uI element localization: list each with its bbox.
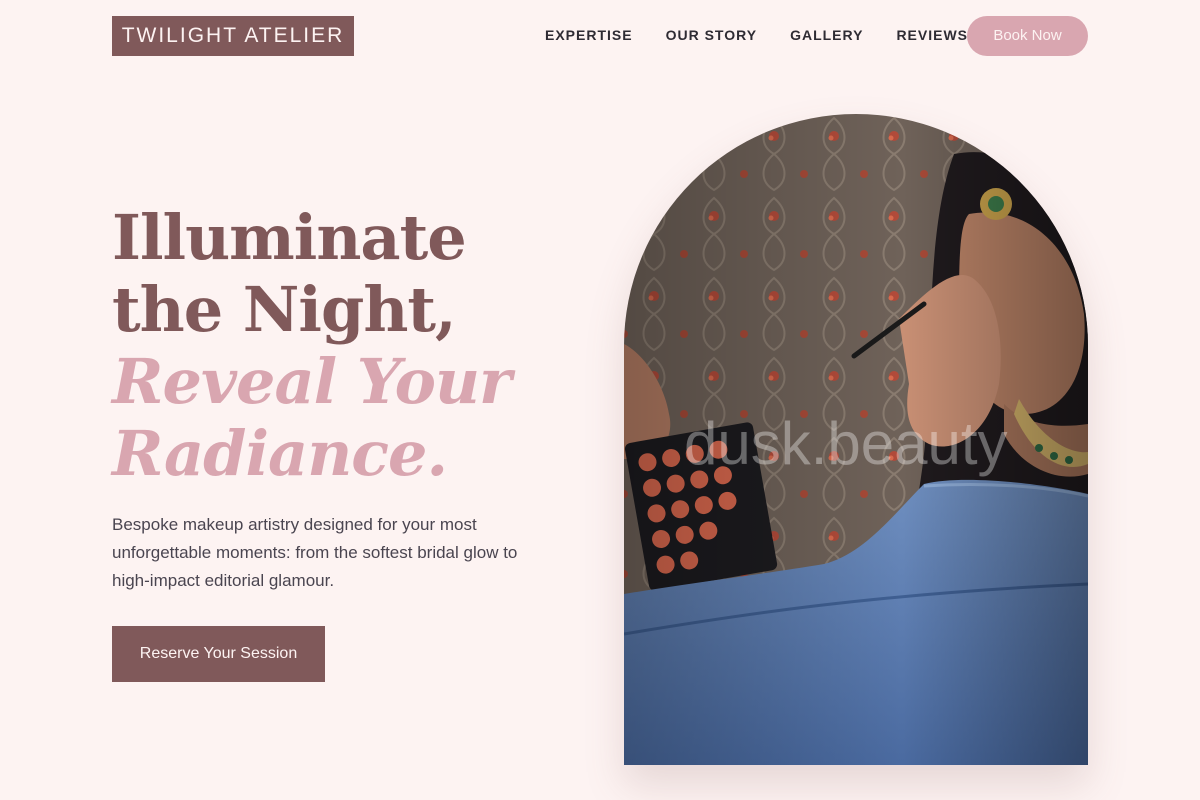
site-logo[interactable]: TWILIGHT ATELIER bbox=[112, 16, 354, 56]
hero-image: dusk.beauty bbox=[624, 114, 1088, 765]
hero-title-accent-line-2: Radiance. bbox=[112, 417, 448, 490]
image-watermark: dusk.beauty bbox=[684, 410, 1008, 477]
nav-expertise[interactable]: EXPERTISE bbox=[545, 26, 633, 44]
nav-our-story[interactable]: OUR STORY bbox=[666, 26, 757, 44]
book-now-button[interactable]: Book Now bbox=[967, 16, 1088, 56]
nav-reviews[interactable]: REVIEWS bbox=[896, 26, 968, 44]
hero-title-accent-line-1: Reveal Your bbox=[112, 345, 512, 418]
hero-title-line-1: Illuminate bbox=[112, 201, 467, 274]
hero-description: Bespoke makeup artistry designed for you… bbox=[112, 515, 518, 590]
main-nav: EXPERTISE OUR STORY GALLERY REVIEWS bbox=[545, 26, 968, 44]
reserve-session-button[interactable]: Reserve Your Session bbox=[112, 626, 325, 682]
hero-title-line-2: the Night, bbox=[112, 273, 457, 346]
hero-title: Illuminate the Night, Reveal Your Radian… bbox=[112, 201, 512, 490]
site-header: TWILIGHT ATELIER EXPERTISE OUR STORY GAL… bbox=[0, 0, 1200, 72]
nav-gallery[interactable]: GALLERY bbox=[790, 26, 863, 44]
